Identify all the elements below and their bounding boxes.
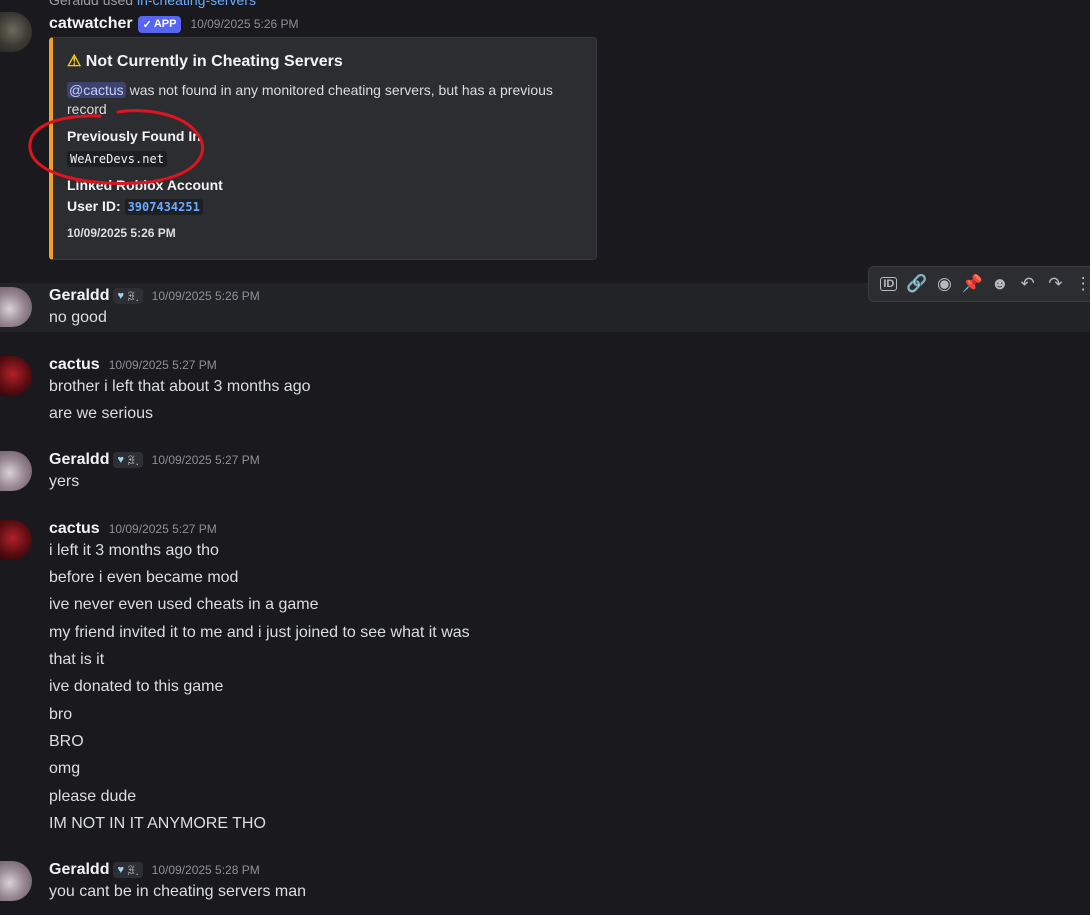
message-text: you cant be in cheating servers man <box>49 883 307 900</box>
avatar[interactable] <box>0 356 32 396</box>
message-text: my friend invited it to me and i just jo… <box>49 624 470 641</box>
user-tag: ♥ ꍃ. <box>113 288 143 304</box>
check-icon: ✓ <box>142 18 152 31</box>
field-previously-found-name: Previously Found In <box>67 128 201 144</box>
message-text: please dude <box>49 788 137 805</box>
timestamp: 10/09/2025 5:27 PM <box>151 453 260 467</box>
field-previously-found-value: WeAreDevs.net <box>67 150 167 168</box>
message-text: omg <box>49 760 81 777</box>
field-roblox-name: Linked Roblox Account <box>67 177 223 193</box>
username[interactable]: cactus <box>49 356 100 374</box>
embed-description: @cactus was not found in any monitored c… <box>67 82 553 117</box>
user-tag: ♥ ꍃ. <box>113 862 143 878</box>
embed-footer: 10/09/2025 5:26 PM <box>67 226 176 240</box>
pin-icon[interactable]: 📌 <box>958 269 986 299</box>
message-text: that is it <box>49 651 105 668</box>
message-text: ive donated to this game <box>49 678 224 695</box>
avatar[interactable] <box>0 861 32 901</box>
id-icon[interactable]: ID <box>875 269 903 299</box>
message-text: no good <box>49 309 107 326</box>
forward-icon[interactable]: ↷ <box>1042 269 1070 299</box>
message-text: before i even became mod <box>49 569 239 586</box>
more-icon[interactable]: ⋮ <box>1069 269 1090 299</box>
message-text: brother i left that about 3 months ago <box>49 378 311 395</box>
message: cactus 10/09/2025 5:27 PM brother i left… <box>0 352 1090 432</box>
timestamp: 10/09/2025 5:26 PM <box>190 17 299 31</box>
message-text: BRO <box>49 733 84 750</box>
message: Geraldd ♥ ꍃ. 10/09/2025 5:27 PM yers <box>0 447 1090 497</box>
message-toolbar: ID 🔗 ◉ 📌 ☻ ↶ ↷ ⋮ <box>868 266 1090 302</box>
link-icon[interactable]: 🔗 <box>903 269 931 299</box>
message: cactus 10/09/2025 5:27 PM i left it 3 mo… <box>0 516 1090 846</box>
message-text: ive never even used cheats in a game <box>49 596 319 613</box>
message-text: are we serious <box>49 405 154 422</box>
message: Geraldd ♥ ꍃ. 10/09/2025 5:28 PM you cant … <box>0 857 1090 912</box>
warning-icon: ⚠ <box>67 53 82 70</box>
avatar[interactable] <box>0 12 32 52</box>
username[interactable]: catwatcher <box>49 15 133 33</box>
heart-icon: ♥ <box>117 290 124 302</box>
timestamp: 10/09/2025 5:26 PM <box>151 289 260 303</box>
avatar[interactable] <box>0 451 32 491</box>
username[interactable]: Geraldd <box>49 861 109 879</box>
user-tag: ♥ ꍃ. <box>113 452 143 468</box>
avatar[interactable] <box>0 520 32 560</box>
message-text: bro <box>49 706 73 723</box>
heart-icon: ♥ <box>117 454 124 466</box>
username[interactable]: cactus <box>49 520 100 538</box>
user-mention[interactable]: @cactus <box>67 82 126 98</box>
message-text: IM NOT IN IT ANYMORE THO <box>49 815 266 832</box>
bot-message: catwatcher ✓ APP 10/09/2025 5:26 PM ⚠ No… <box>0 0 1090 270</box>
message-text: yers <box>49 473 80 490</box>
timestamp: 10/09/2025 5:28 PM <box>151 863 260 877</box>
timestamp: 10/09/2025 5:27 PM <box>108 522 217 536</box>
app-badge: ✓ APP <box>137 15 182 33</box>
emoji-icon[interactable]: ☻ <box>986 269 1014 299</box>
thread-icon[interactable]: ◉ <box>931 269 959 299</box>
message-text: i left it 3 months ago tho <box>49 542 219 559</box>
field-roblox-value: User ID: 3907434251 <box>67 198 203 215</box>
username[interactable]: Geraldd <box>49 287 109 305</box>
embed-title: ⚠ Not Currently in Cheating Servers <box>67 53 343 70</box>
username[interactable]: Geraldd <box>49 451 109 469</box>
embed: ⚠ Not Currently in Cheating Servers @cac… <box>49 37 597 260</box>
reply-icon[interactable]: ↶ <box>1014 269 1042 299</box>
avatar[interactable] <box>0 287 32 327</box>
heart-icon: ♥ <box>117 864 124 876</box>
timestamp: 10/09/2025 5:27 PM <box>108 358 217 372</box>
